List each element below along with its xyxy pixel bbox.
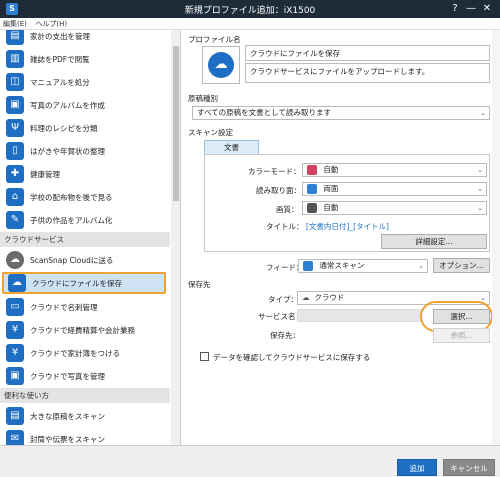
sidebar-item-artwork[interactable]: ✎ 子供の作品をアルバム化 bbox=[0, 209, 170, 231]
color-mode-icon bbox=[307, 165, 317, 175]
scan-side-select[interactable]: 両面 ⌄ bbox=[302, 182, 487, 196]
household-budget-icon: ¥ bbox=[6, 344, 24, 362]
file-title-link[interactable]: [文書内日付]_[タイトル] bbox=[306, 221, 389, 232]
cloud-upload-icon: ☁ bbox=[8, 274, 26, 292]
quality-select[interactable]: 自動 ⌄ bbox=[302, 201, 487, 215]
sidebar-item-cloud-expense[interactable]: ¥ クラウドで経費精算や会計業務 bbox=[0, 319, 170, 341]
file-title-label: タイトル： bbox=[266, 222, 304, 231]
cloud-icon: ☁ bbox=[302, 293, 310, 302]
confirm-checkbox-label: データを確認してクラウドサービスに保存する bbox=[213, 353, 371, 362]
sidebar-item-photo-album[interactable]: ▣ 写真のアルバムを作成 bbox=[0, 94, 170, 116]
sidebar-item-school[interactable]: ⌂ 学校の配布物を後で見る bbox=[0, 186, 170, 208]
duplex-icon bbox=[307, 184, 317, 194]
sidebar-scrollbar[interactable] bbox=[171, 30, 180, 445]
sidebar-item-recipe[interactable]: Ψ 料理のレシピを分類 bbox=[0, 117, 170, 139]
postcard-icon: ▯ bbox=[6, 142, 24, 160]
tab-document[interactable]: 文書 bbox=[204, 140, 259, 155]
section-header-cloud: クラウドサービス bbox=[0, 232, 170, 247]
sidebar-item-cloud-household[interactable]: ¥ クラウドで家計簿をつける bbox=[0, 342, 170, 364]
confirm-checkbox[interactable] bbox=[200, 352, 209, 361]
chevron-down-icon: ⌄ bbox=[477, 166, 483, 174]
sidebar-item-large-doc[interactable]: ▤ 大きな原稿をスキャン bbox=[0, 405, 170, 427]
scan-side-label: 読み取り面： bbox=[256, 186, 301, 195]
photo-icon: ▣ bbox=[6, 367, 24, 385]
menu-edit[interactable]: 編集(E) bbox=[0, 18, 30, 30]
sidebar-item-cloud-save[interactable]: ☁ クラウドにファイルを保存 bbox=[2, 272, 166, 294]
chevron-down-icon: ⌄ bbox=[418, 262, 424, 270]
window-title: 新規プロファイル追加：iX1500 bbox=[184, 6, 316, 16]
profile-settings-panel: プロファイル名 ☁ クラウドにファイルを保存 クラウドサービスにファイルをアップ… bbox=[182, 30, 500, 445]
profile-description-input[interactable]: クラウドサービスにファイルをアップロードします。 bbox=[245, 63, 490, 83]
cloud-upload-icon: ☁ bbox=[208, 52, 234, 78]
main-scrollbar[interactable] bbox=[492, 30, 500, 445]
profile-icon-frame[interactable]: ☁ bbox=[202, 46, 240, 84]
save-to-label: 保存先： bbox=[270, 331, 300, 340]
quality-icon bbox=[307, 203, 317, 213]
service-name-field bbox=[297, 309, 422, 322]
scansnap-cloud-icon: ☁ bbox=[6, 251, 24, 269]
sidebar-item-cloud-photo[interactable]: ▣ クラウドで写真を管理 bbox=[0, 365, 170, 387]
doc-type-select[interactable]: すべての原稿を文書として読み取ります ⌄ bbox=[192, 106, 490, 120]
help-icon[interactable]: ? bbox=[448, 2, 462, 16]
sidebar-item-envelope[interactable]: ✉ 封筒や伝票をスキャン bbox=[0, 428, 170, 445]
profile-template-list: ▤ 家計の支出を管理 ▥ 雑誌をPDFで閲覧 ◫ マニュアルを処分 ▣ 写真のア… bbox=[0, 30, 181, 445]
envelope-icon: ✉ bbox=[6, 430, 24, 445]
cancel-button[interactable]: キャンセル bbox=[443, 459, 495, 476]
artwork-icon: ✎ bbox=[6, 211, 24, 229]
receipt-icon: ▤ bbox=[6, 30, 24, 45]
expense-icon: ¥ bbox=[6, 321, 24, 339]
chevron-down-icon: ⌄ bbox=[477, 204, 483, 212]
scan-settings-label: スキャン設定 bbox=[188, 128, 233, 137]
business-card-icon: ▭ bbox=[6, 298, 24, 316]
recipe-icon: Ψ bbox=[6, 119, 24, 137]
sidebar-item-cloud-business-card[interactable]: ▭ クラウドで名刺管理 bbox=[0, 296, 170, 318]
color-mode-label: カラーモード： bbox=[248, 167, 301, 176]
menu-bar: 編集(E) ヘルプ(H) bbox=[0, 18, 500, 30]
magazine-icon: ▥ bbox=[6, 50, 24, 68]
school-icon: ⌂ bbox=[6, 188, 24, 206]
dialog-footer: 追加 キャンセル bbox=[0, 445, 500, 477]
title-bar: S 新規プロファイル追加：iX1500 ? — ✕ bbox=[0, 0, 500, 18]
type-label: タイプ： bbox=[268, 295, 298, 304]
save-destination-label: 保存先 bbox=[188, 280, 211, 289]
profile-name-input[interactable]: クラウドにファイルを保存 bbox=[245, 45, 490, 61]
minimize-icon[interactable]: — bbox=[464, 2, 478, 16]
feed-select[interactable]: 通常スキャン ⌄ bbox=[298, 259, 428, 273]
options-button[interactable]: オプション... bbox=[433, 258, 490, 273]
album-icon: ▣ bbox=[6, 96, 24, 114]
chevron-down-icon: ⌄ bbox=[477, 185, 483, 193]
browse-button[interactable]: 参照... bbox=[433, 328, 490, 343]
sidebar-item-household-expense[interactable]: ▤ 家計の支出を管理 bbox=[0, 30, 170, 47]
health-icon: ✚ bbox=[6, 165, 24, 183]
profile-name-label: プロファイル名 bbox=[188, 35, 241, 44]
feed-icon bbox=[303, 261, 313, 271]
sidebar-scroll-thumb[interactable] bbox=[173, 46, 179, 201]
manual-icon: ◫ bbox=[6, 73, 24, 91]
detail-settings-button[interactable]: 詳細設定... bbox=[381, 234, 487, 249]
sidebar-item-scansnap-cloud[interactable]: ☁ ScanSnap Cloudに送る bbox=[0, 249, 170, 271]
chevron-down-icon: ⌄ bbox=[480, 109, 486, 117]
sidebar-item-magazine-pdf[interactable]: ▥ 雑誌をPDFで閲覧 bbox=[0, 48, 170, 70]
quality-label: 画質： bbox=[276, 205, 299, 214]
large-doc-icon: ▤ bbox=[6, 407, 24, 425]
color-mode-select[interactable]: 自動 ⌄ bbox=[302, 163, 487, 177]
close-icon[interactable]: ✕ bbox=[480, 2, 494, 16]
menu-help[interactable]: ヘルプ(H) bbox=[32, 18, 70, 30]
sidebar-item-health[interactable]: ✚ 健康管理 bbox=[0, 163, 170, 185]
doc-type-label: 原稿種別 bbox=[188, 94, 218, 103]
add-button[interactable]: 追加 bbox=[397, 459, 437, 476]
section-header-useful: 便利な使い方 bbox=[0, 388, 170, 403]
sidebar-item-postcard[interactable]: ▯ はがきや年賀状の整理 bbox=[0, 140, 170, 162]
sidebar-item-manual[interactable]: ◫ マニュアルを処分 bbox=[0, 71, 170, 93]
